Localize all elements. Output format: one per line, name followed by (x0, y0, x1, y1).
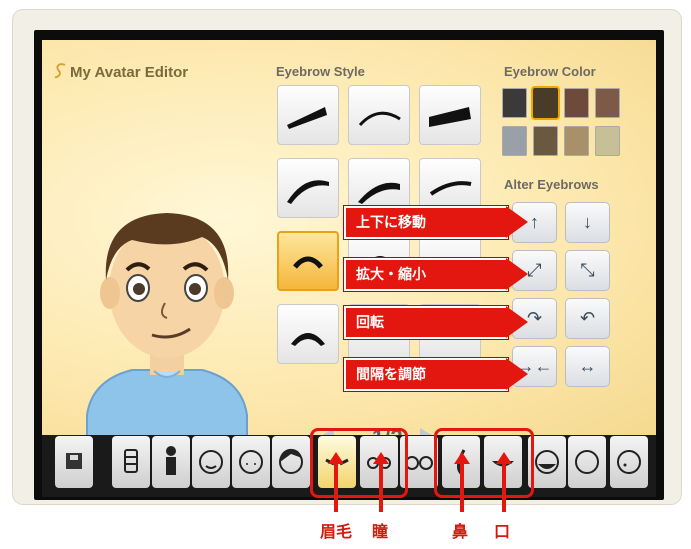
eyebrow-color-swatch[interactable] (502, 126, 527, 156)
eyebrow-style-option[interactable] (277, 158, 339, 218)
widen-spacing-button[interactable]: ↔ (565, 346, 610, 387)
callout-rotate: 回転 (344, 306, 528, 339)
hair-button[interactable] (272, 436, 310, 488)
arrow-nose (454, 452, 470, 512)
mustache-button[interactable] (568, 436, 606, 488)
eyebrow-color-swatch[interactable] (595, 126, 620, 156)
highlight-nose-mouth (434, 428, 534, 498)
label-mouth: 口 (494, 524, 511, 541)
arrow-eyebrow (328, 452, 344, 512)
face-shape-button[interactable] (192, 436, 230, 488)
body-type-button[interactable] (112, 436, 150, 488)
body-height-button[interactable] (152, 436, 190, 488)
eyebrow-color-swatch[interactable] (595, 88, 620, 118)
eyebrow-style-option[interactable] (348, 85, 410, 145)
eyebrow-style-option[interactable] (277, 85, 339, 145)
label-eye: 瞳 (372, 524, 389, 541)
avatar-preview[interactable] (72, 185, 262, 435)
arrow-eye (373, 452, 389, 512)
label-nose: 鼻 (452, 524, 469, 541)
eyebrow-color-label: Eyebrow Color (504, 64, 596, 79)
rotate-ccw-button[interactable]: ↶ (565, 298, 610, 339)
avatar-logo-icon (54, 62, 68, 80)
callout-move: 上下に移動 (344, 206, 528, 239)
move-down-button[interactable]: ↓ (565, 202, 610, 243)
eyebrow-color-swatch[interactable] (533, 126, 558, 156)
eyebrow-color-swatch[interactable] (564, 126, 589, 156)
label-eyebrow: 眉毛 (320, 524, 353, 541)
eyebrow-color-swatch[interactable] (502, 88, 527, 118)
eyebrow-style-option-selected[interactable] (277, 231, 339, 291)
mole-button[interactable] (610, 436, 648, 488)
arrow-mouth (496, 452, 512, 512)
eyebrow-style-label: Eyebrow Style (276, 64, 365, 79)
save-button[interactable] (55, 436, 93, 488)
eyebrow-style-option[interactable] (277, 304, 339, 364)
highlight-eyebrow-eyes (310, 428, 408, 498)
callout-scale: 拡大・縮小 (344, 258, 528, 291)
eyebrow-color-swatch[interactable] (533, 88, 558, 118)
alter-eyebrows-label: Alter Eyebrows (504, 177, 599, 192)
eyebrow-color-swatch[interactable] (564, 88, 589, 118)
app-title: My Avatar Editor (54, 62, 188, 81)
callout-spacing: 間隔を調節 (344, 358, 528, 391)
face-features-button[interactable] (232, 436, 270, 488)
shrink-button[interactable]: ⤡ (565, 250, 610, 291)
eyebrow-style-option[interactable] (419, 85, 481, 145)
